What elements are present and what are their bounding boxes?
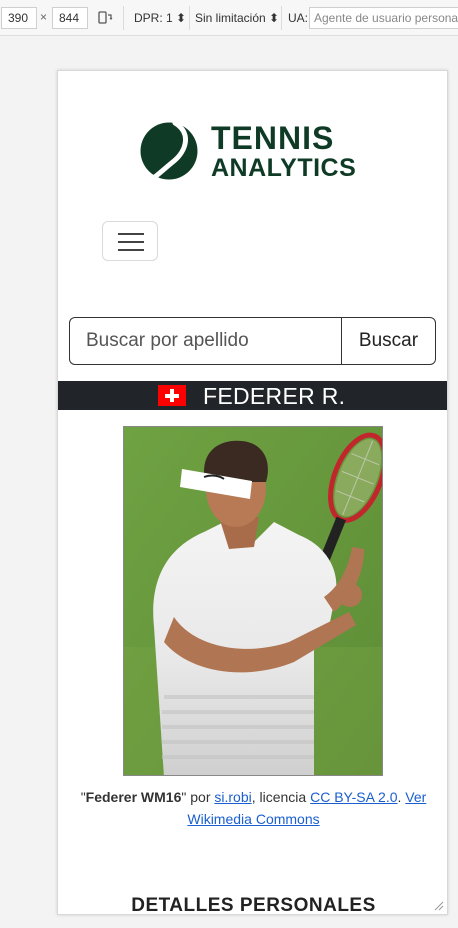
toolbar-divider	[189, 6, 190, 30]
hamburger-icon	[118, 241, 144, 243]
viewport-height-input[interactable]: 844	[52, 7, 88, 29]
throttle-select[interactable]: Sin limitación ⬍	[195, 11, 279, 25]
emulated-viewport: TENNIS ANALYTICS Buscar FEDERER R.	[57, 70, 448, 915]
credit-by-text: por	[186, 789, 215, 805]
search-button[interactable]: Buscar	[341, 317, 436, 365]
surname-search-input[interactable]	[69, 317, 341, 365]
logo-text-tennis: TENNIS	[211, 120, 335, 156]
ua-label: UA:	[288, 11, 309, 25]
tennis-ball-logo-icon	[140, 120, 198, 182]
switzerland-flag-icon	[158, 385, 186, 406]
rotate-icon[interactable]	[97, 10, 113, 26]
personal-details-heading: DETALLES PERSONALES	[131, 895, 376, 915]
search-form: Buscar	[69, 317, 436, 365]
toolbar-divider	[281, 6, 282, 30]
dimension-separator: ×	[40, 10, 48, 24]
hamburger-icon	[118, 249, 144, 251]
license-link[interactable]: CC BY-SA 2.0	[310, 789, 397, 805]
player-name: FEDERER R.	[203, 383, 346, 409]
viewport-resize-handle-icon[interactable]	[432, 899, 444, 911]
user-agent-input[interactable]: Agente de usuario personal	[309, 7, 458, 29]
site-logo[interactable]: TENNIS ANALYTICS	[140, 119, 356, 185]
hamburger-icon	[118, 233, 144, 235]
player-photo	[123, 426, 383, 776]
logo-text-analytics: ANALYTICS	[211, 154, 357, 182]
credit-license-text: , licencia	[251, 789, 311, 805]
toolbar-divider	[123, 6, 124, 30]
viewport-width-input[interactable]: 390	[1, 7, 37, 29]
author-link[interactable]: si.robi	[214, 789, 251, 805]
player-header: FEDERER R.	[58, 381, 447, 410]
navbar-toggle-button[interactable]	[102, 221, 158, 261]
dpr-select[interactable]: DPR: 1 ⬍	[134, 11, 186, 25]
photo-title: Federer WM16	[85, 789, 182, 805]
photo-credit: "Federer WM16" por si.robi, licencia CC …	[58, 786, 447, 830]
devtools-device-toolbar: 390 × 844 DPR: 1 ⬍ Sin limitación ⬍ UA: …	[0, 0, 458, 36]
